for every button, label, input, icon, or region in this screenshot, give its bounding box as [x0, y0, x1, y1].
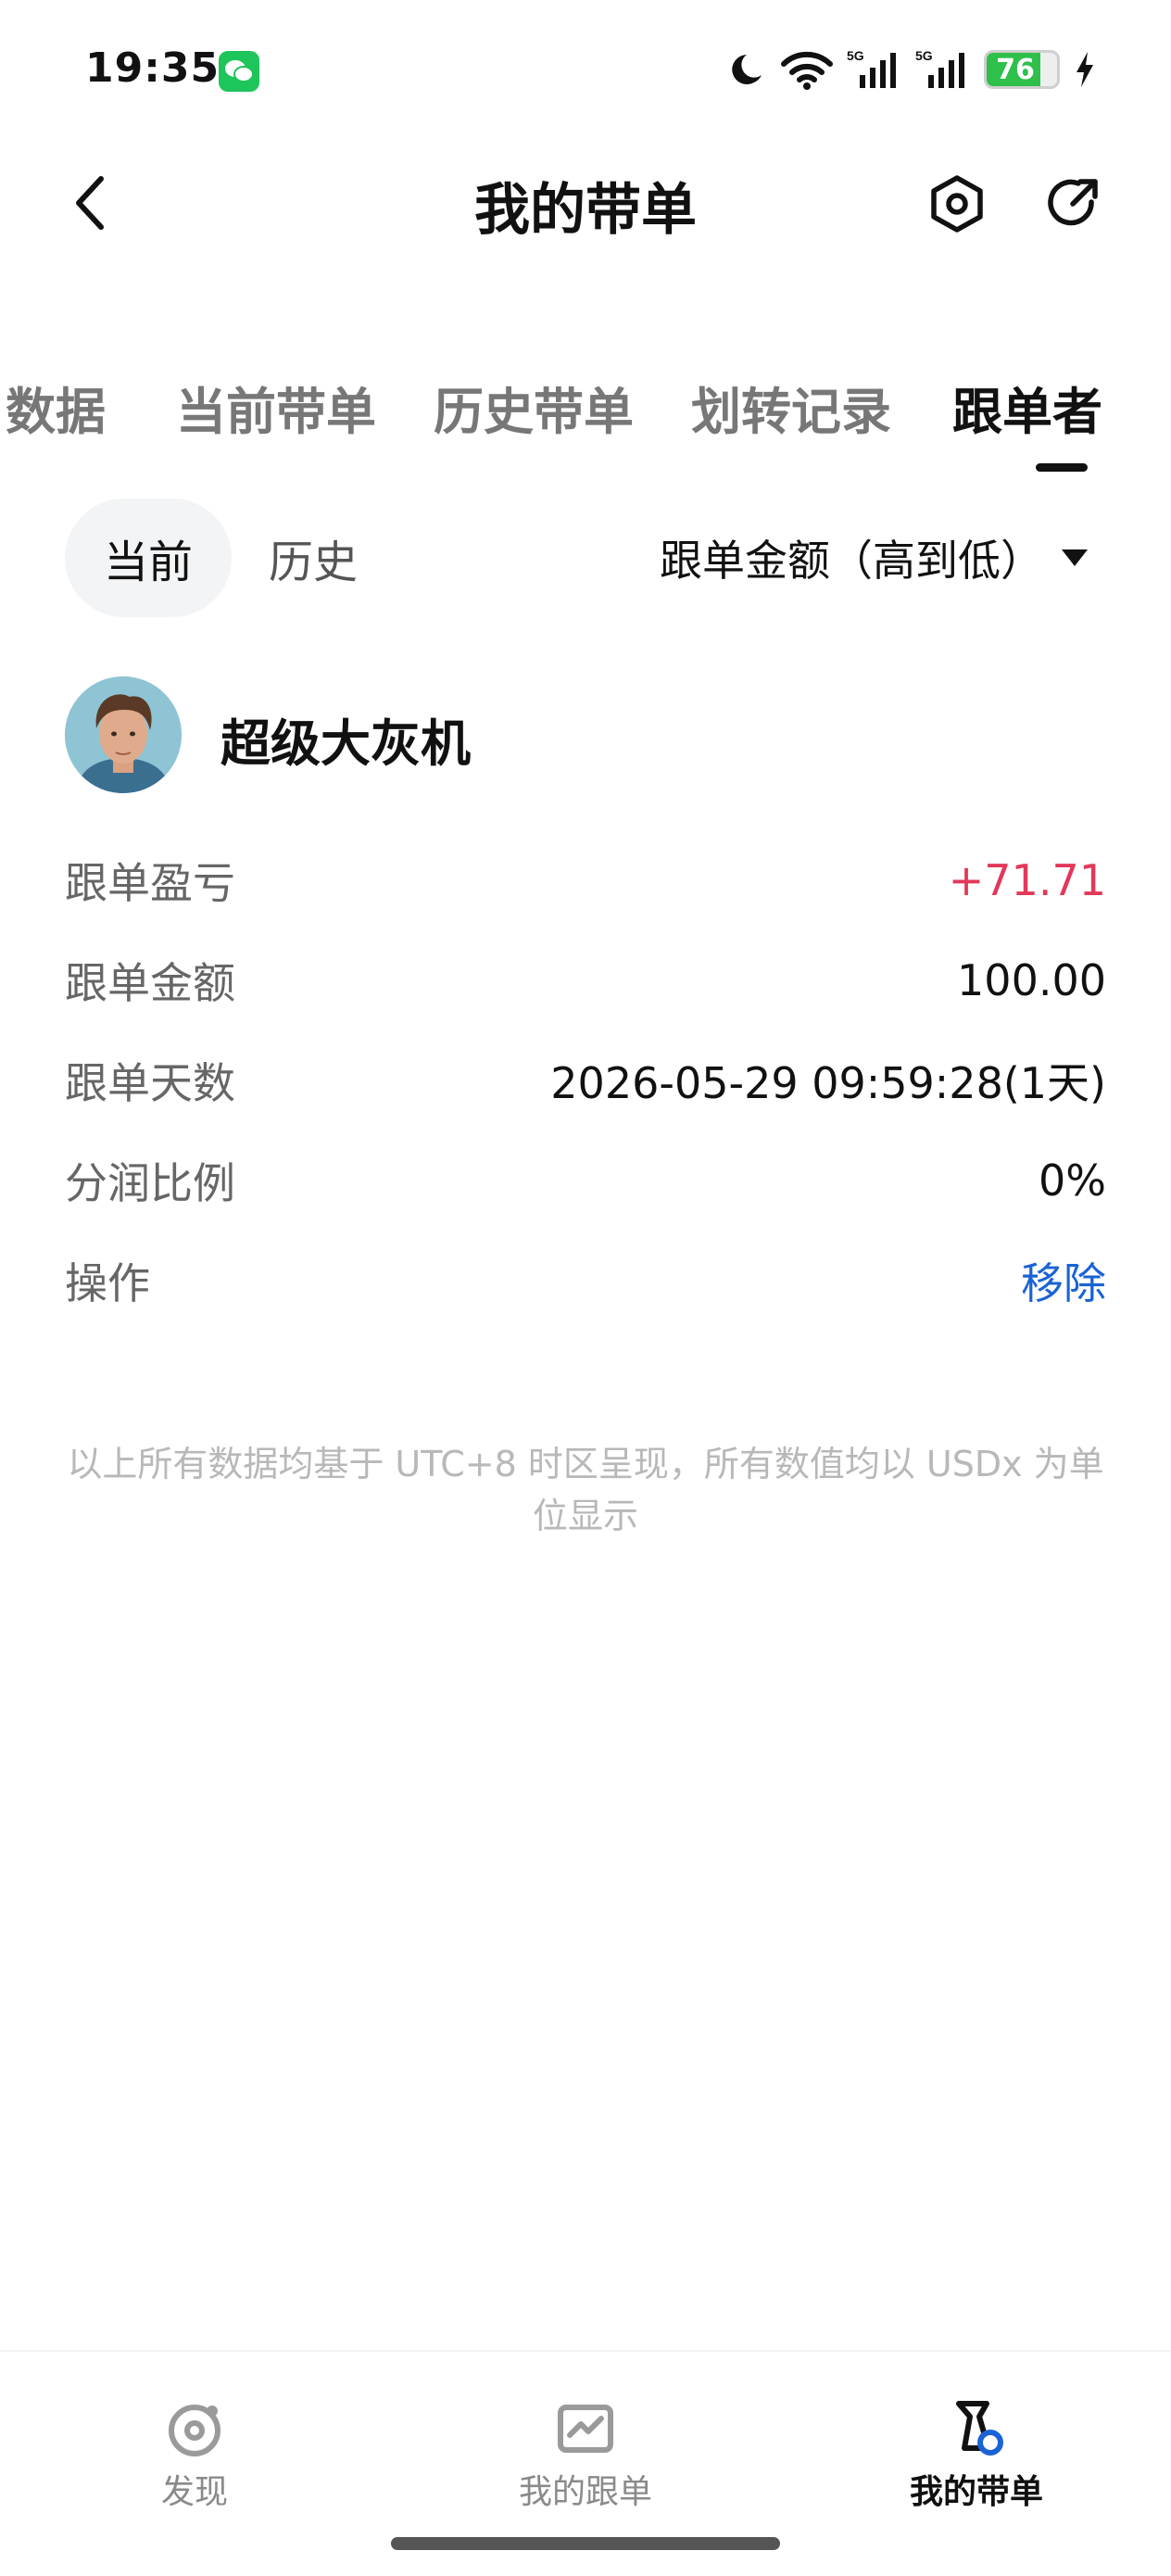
row-action: 操作 移除	[65, 1244, 1106, 1318]
row-days: 跟单天数 2026-05-29 09:59:28(1天)	[65, 1043, 1106, 1118]
status-bar: 19:35 5G 5G 76	[0, 0, 1171, 139]
row-profit: 跟单盈亏 +71.71	[65, 843, 1106, 917]
chart-icon	[558, 2405, 613, 2453]
share-ratio-value: 0%	[1039, 1155, 1106, 1206]
wechat-icon	[219, 51, 259, 92]
row-label: 跟单盈亏	[65, 858, 235, 908]
triangle-down-icon	[1062, 549, 1088, 566]
subtab-history[interactable]: 历史	[269, 499, 358, 617]
wifi-icon	[781, 51, 833, 90]
days-value: 2026-05-29 09:59:28(1天)	[550, 1058, 1106, 1108]
signal-5g-icon: 5G	[915, 48, 964, 88]
nav-label: 我的带单	[909, 2473, 1043, 2511]
tab-data[interactable]: 数据	[6, 371, 106, 444]
row-share-ratio: 分润比例 0%	[65, 1143, 1106, 1218]
row-amount: 跟单金额 100.00	[65, 943, 1106, 1017]
row-label: 跟单金额	[65, 958, 235, 1008]
page-title: 我的带单	[474, 178, 697, 243]
tab-followers[interactable]: 跟单者	[952, 371, 1102, 444]
follower-name: 超级大灰机	[220, 714, 471, 773]
share-arrow-icon	[1048, 179, 1098, 226]
footnote: 以上所有数据均基于 UTC+8 时区呈现，所有数值均以 USDx 为单位显示	[67, 1444, 1104, 1536]
nav-my-leads[interactable]: 我的带单	[837, 2398, 1115, 2513]
row-label: 跟单天数	[65, 1058, 235, 1108]
battery-icon: 76	[984, 50, 1060, 89]
header: 我的带单	[0, 148, 1171, 259]
battery-level: 76	[996, 53, 1035, 86]
lead-trader-icon	[956, 2401, 1003, 2456]
moon-icon	[732, 55, 762, 84]
remove-button[interactable]: 移除	[1021, 1250, 1106, 1311]
tab-bar: 数据 当前带单 历史带单 划转记录 跟单者	[0, 360, 1171, 480]
discover-icon	[169, 2405, 220, 2456]
status-time: 19:35	[85, 44, 220, 92]
svg-text:5G: 5G	[915, 48, 933, 63]
subtab-current[interactable]: 当前	[65, 499, 232, 617]
settings-hexagon-icon	[931, 175, 983, 233]
row-label: 分润比例	[65, 1158, 235, 1208]
profit-value: +71.71	[948, 855, 1106, 905]
nav-discover[interactable]: 发现	[56, 2398, 334, 2513]
tab-transfer-records[interactable]: 划转记录	[691, 371, 891, 444]
charging-icon	[1077, 52, 1093, 87]
share-button[interactable]	[1038, 169, 1108, 239]
nav-my-follows[interactable]: 我的跟单	[447, 2398, 724, 2513]
status-icons: 5G 5G 76	[726, 46, 1097, 93]
nav-label: 发现	[160, 2473, 228, 2511]
tab-current-leads[interactable]: 当前带单	[176, 371, 376, 444]
amount-value: 100.00	[957, 955, 1106, 1005]
tab-history-leads[interactable]: 历史带单	[434, 371, 634, 444]
subtab-bar: 当前 历史 跟单金额（高到低）	[0, 499, 1171, 619]
sort-label: 跟单金额（高到低）	[660, 536, 1043, 586]
sort-dropdown[interactable]: 跟单金额（高到低）	[660, 499, 1089, 617]
settings-button[interactable]	[922, 169, 992, 239]
svg-text:5G: 5G	[847, 48, 864, 63]
home-indicator[interactable]	[391, 2537, 780, 2550]
avatar[interactable]	[65, 676, 182, 793]
nav-label: 我的跟单	[518, 2473, 652, 2511]
row-label: 操作	[65, 1258, 150, 1308]
active-tab-indicator	[1036, 463, 1088, 472]
signal-5g-icon: 5G	[847, 48, 896, 88]
